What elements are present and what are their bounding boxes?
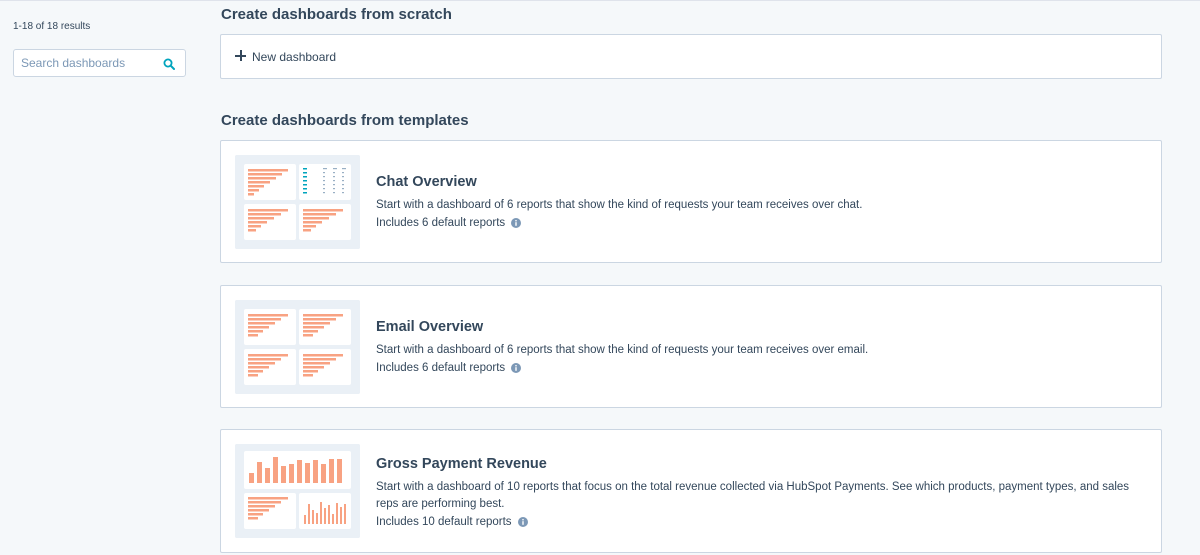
info-icon[interactable]	[511, 363, 522, 373]
template-title[interactable]: Gross Payment Revenue	[376, 456, 1146, 472]
info-icon[interactable]	[511, 218, 522, 228]
search-input[interactable]	[21, 56, 161, 70]
template-card-chat-overview[interactable]: Chat Overview Start with a dashboard of …	[220, 140, 1162, 263]
template-title[interactable]: Chat Overview	[376, 174, 862, 190]
search-icon[interactable]	[163, 58, 175, 70]
template-title[interactable]: Email Overview	[376, 319, 868, 335]
template-card-content: Chat Overview Start with a dashboard of …	[376, 174, 862, 229]
section-heading-templates: Create dashboards from templates	[221, 112, 469, 129]
template-card-content: Email Overview Start with a dashboard of…	[376, 319, 868, 374]
template-description: Start with a dashboard of 6 reports that…	[376, 199, 863, 211]
new-dashboard-button[interactable]: New dashboard	[220, 34, 1162, 79]
template-includes: Includes 6 default reports	[376, 362, 868, 374]
gross-payment-revenue-thumbnail	[235, 444, 360, 538]
search-box[interactable]	[13, 49, 186, 77]
email-overview-thumbnail	[235, 300, 360, 394]
new-dashboard-label: New dashboard	[252, 49, 337, 64]
sidebar: 1-18 of 18 results	[0, 0, 200, 555]
template-card-content: Gross Payment Revenue Start with a dashb…	[376, 456, 1146, 528]
template-includes-label: Includes 6 default reports	[376, 217, 506, 229]
template-includes: Includes 6 default reports	[376, 217, 862, 229]
plus-icon	[235, 50, 246, 61]
info-icon[interactable]	[517, 517, 528, 527]
template-description: Start with a dashboard of 6 reports that…	[376, 344, 869, 356]
template-card-gross-payment-revenue[interactable]: Gross Payment Revenue Start with a dashb…	[220, 429, 1162, 553]
section-heading-scratch: Create dashboards from scratch	[221, 6, 452, 23]
template-card-email-overview[interactable]: Email Overview Start with a dashboard of…	[220, 285, 1162, 408]
chat-overview-thumbnail	[235, 155, 360, 249]
template-includes: Includes 10 default reports	[376, 516, 1146, 528]
template-description: Start with a dashboard of 10 reports tha…	[376, 481, 1130, 510]
template-includes-label: Includes 6 default reports	[376, 362, 506, 374]
template-includes-label: Includes 10 default reports	[376, 516, 512, 528]
results-count: 1-18 of 18 results	[13, 21, 91, 32]
